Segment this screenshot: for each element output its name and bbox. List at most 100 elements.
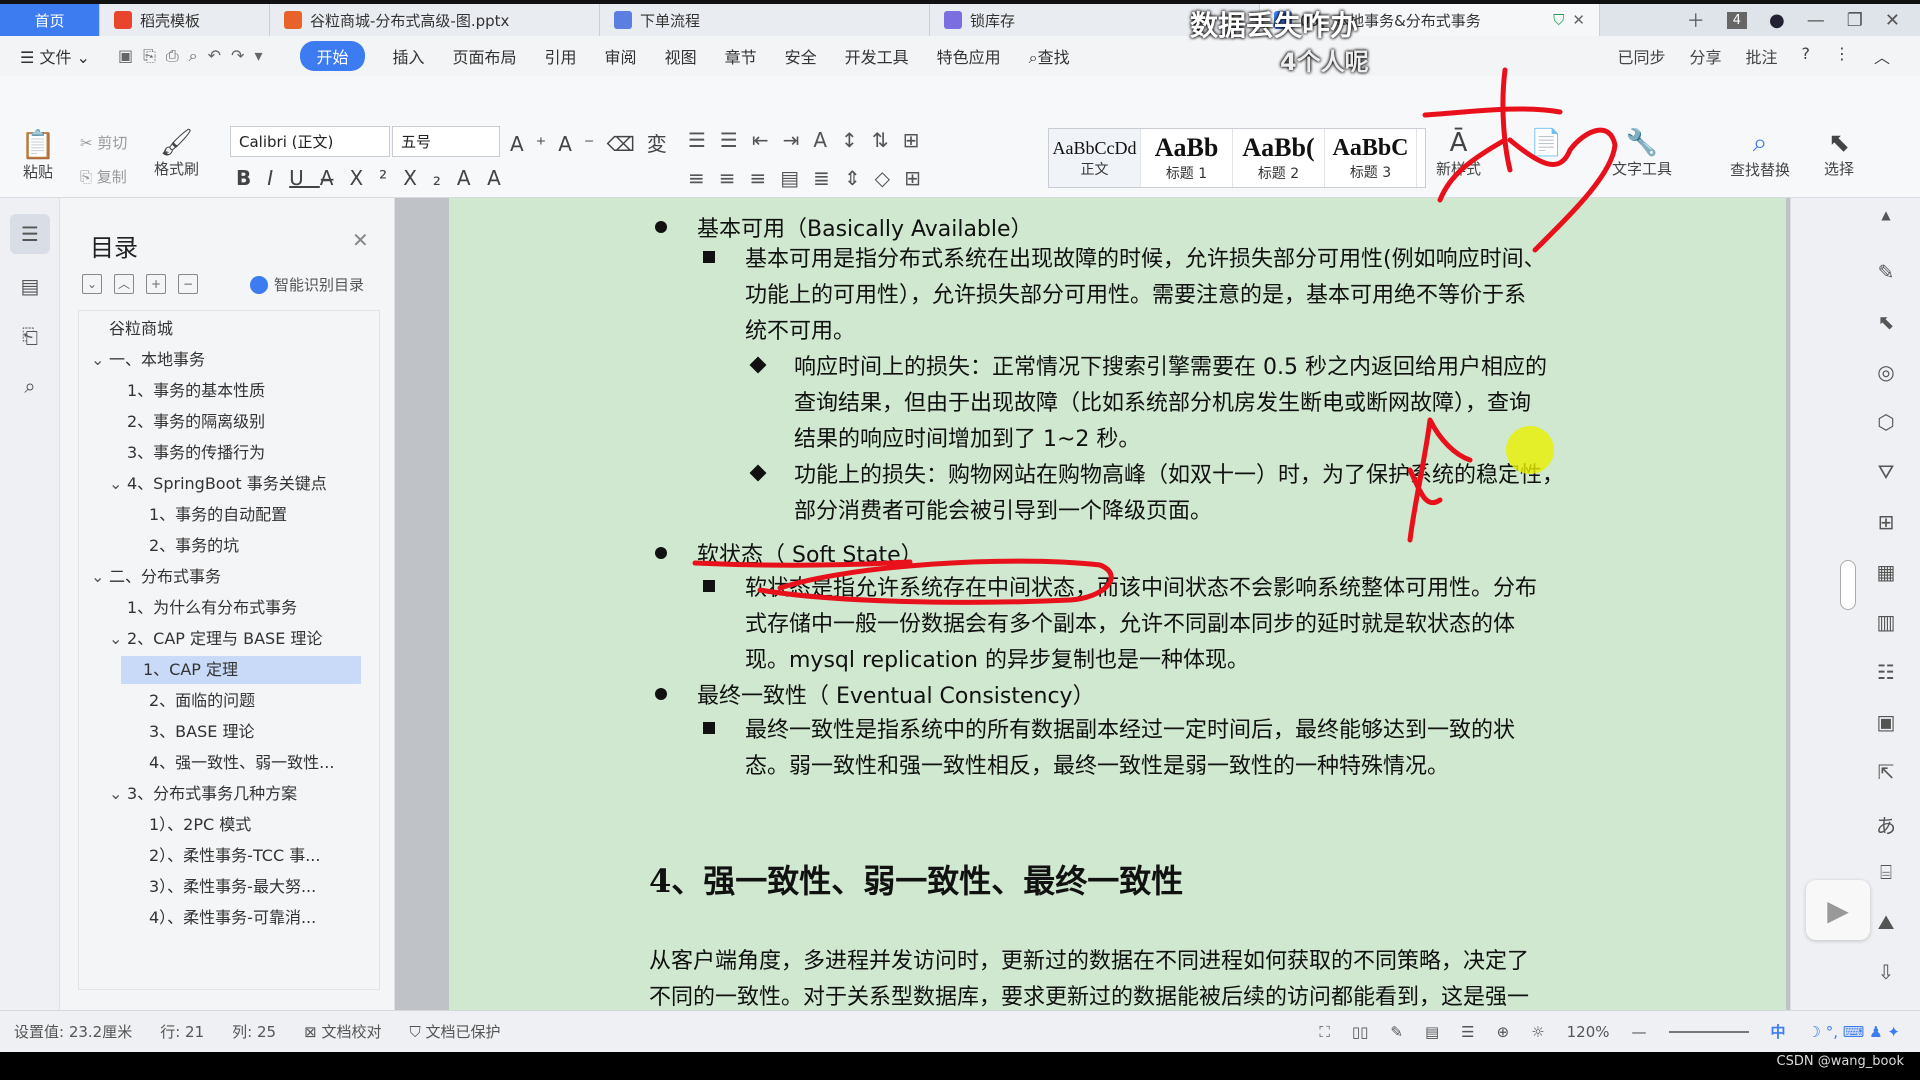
export-icon[interactable]: ⇱ [1871,760,1901,790]
share-button[interactable]: 分享 [1689,44,1721,68]
toc-item[interactable]: 1、CAP 定理 [121,656,361,684]
toc-item[interactable]: 1、为什么有分布式事务 [127,594,297,622]
menu-view[interactable]: 视图 [665,44,697,68]
tab-home[interactable]: 首页 [0,4,100,36]
more-icon[interactable]: ⋮ [1834,44,1850,68]
menu-insert[interactable]: 插入 [393,44,425,68]
menu-home[interactable]: 开始 [300,41,365,71]
comment-button[interactable]: 批注 [1745,44,1777,68]
toc-item[interactable]: 谷粒商城 [109,315,173,343]
toc-item[interactable]: 1、事务的基本性质 [127,377,265,405]
collapse-ribbon-icon[interactable]: ︿ [1874,44,1890,68]
zoom-slider[interactable] [1668,1030,1749,1033]
font-size-select[interactable]: 五号 [392,126,500,157]
toc-item[interactable]: ⌄ 一、本地事务 [91,346,205,374]
grid-icon[interactable]: ▦ [1871,560,1901,590]
close-window-icon[interactable]: ✕ [1885,10,1900,31]
toc-item[interactable]: 2、事务的隔离级别 [127,408,265,436]
collapse-all-icon[interactable]: ︿ [114,274,134,294]
new-tab-icon[interactable]: ＋ [1687,7,1705,33]
tab-order-flow[interactable]: 下单流程 [600,4,930,36]
scroll-up-icon[interactable]: ▲ [1871,208,1901,238]
document-page[interactable]: 基本可用（Basically Available） 基本可用是指分布式系统在出现故… [449,198,1786,1010]
toc-item[interactable]: 3）、柔性事务-最大努... [149,873,316,901]
paragraph-icons-row2[interactable]: ≡≡≡▤≣⇕◇⊞ [688,166,935,190]
paste-button[interactable]: 📋 粘贴 [18,128,58,182]
menu-review[interactable]: 审阅 [605,44,637,68]
close-tab-icon[interactable]: ✕ [1572,11,1585,29]
copy-button[interactable]: ⎘ 复制 [80,166,127,187]
style-heading3[interactable]: AaBbC 标题 3 [1325,129,1417,187]
pen-icon[interactable]: ✎ [1871,260,1901,290]
doc-helper-button[interactable]: 📄 [1530,128,1562,158]
toc-item[interactable]: ⌄ 二、分布式事务 [91,563,221,591]
tab-docer-template[interactable]: 稻壳模板 [100,4,270,36]
find-replace-button[interactable]: ⌕ 查找替换 [1730,128,1790,180]
sliders-icon[interactable]: ☷ [1871,660,1901,690]
menu-features[interactable]: 特色应用 [937,44,1001,68]
chevron-down-icon[interactable]: ⌄ [91,563,109,591]
picture-icon[interactable]: ⛰ [1871,910,1901,940]
style-heading2[interactable]: AaBb(标题 2 [1233,129,1325,187]
format-painter-button[interactable]: 🖌 格式刷 [154,128,199,179]
minimize-icon[interactable]: — [1807,10,1825,31]
toc-item[interactable]: ⌄ 2、CAP 定理与 BASE 理论 [109,625,322,653]
menu-security[interactable]: 安全 [785,44,817,68]
fullscreen-icon[interactable]: ⛶ [1319,1023,1330,1041]
translate-icon[interactable]: あ [1871,810,1901,840]
archive-icon[interactable]: ⌸ [1871,860,1901,890]
pages-icon[interactable]: ▤ [10,266,50,306]
location-icon[interactable]: ◎ [1871,360,1901,390]
remove-entry-icon[interactable]: − [178,274,198,294]
cut-button[interactable]: ✂ 剪切 [80,132,127,153]
font-name-select[interactable]: Calibri (正文) [230,126,390,157]
toc-panel-icon[interactable]: ☰ [10,214,50,254]
text-format-icons[interactable]: BIUA̶X²X₂AA [236,166,517,190]
style-normal[interactable]: AaBbCcDd 正文 [1049,129,1141,187]
toc-item[interactable]: 3、BASE 理论 [149,718,254,746]
smart-toc-button[interactable]: 智能识别目录 [250,274,364,295]
menu-chapter[interactable]: 章节 [725,44,757,68]
page-view-icon[interactable]: ▤ [1425,1023,1439,1041]
table-icon[interactable]: ⊞ [1871,510,1901,540]
layers-icon[interactable]: ⛛ [1871,460,1901,490]
close-icon[interactable]: ✕ [352,228,369,252]
expand-all-icon[interactable]: ⌄ [82,274,102,294]
quick-access-icons[interactable]: ▣⎘⎙⌕↶↷▾ [118,46,273,66]
toc-item[interactable]: 2、事务的坑 [149,532,239,560]
download-icon[interactable]: ⇩ [1871,960,1901,990]
menu-references[interactable]: 引用 [545,44,577,68]
proofread-button[interactable]: ⊠ 文档校对 [304,1021,381,1042]
toc-item[interactable]: 4）、柔性事务-可靠消... [149,904,316,932]
toc-item[interactable]: 2、面临的问题 [149,687,255,715]
toc-item[interactable]: 4、强一致性、弱一致性... [149,749,334,777]
menu-search[interactable]: ⌕查找 [1029,44,1070,68]
toc-item[interactable]: 2）、柔性事务-TCC 事... [149,842,320,870]
shape-icon[interactable]: ⬡ [1871,410,1901,440]
ime-indicator[interactable]: 中 [1771,1021,1786,1042]
menu-file[interactable]: ☰ 文件 ⌄ [20,44,90,68]
text-tools-button[interactable]: 🔧 文字工具 [1612,128,1672,179]
chart-icon[interactable]: ▥ [1871,610,1901,640]
restore-icon[interactable]: ❐ [1847,10,1863,31]
image-icon[interactable]: ▣ [1871,710,1901,740]
synced-button[interactable]: 已同步 [1617,44,1665,68]
edit-mode-icon[interactable]: ✎ [1390,1023,1403,1041]
chevron-down-icon[interactable]: ⌄ [109,470,127,498]
tab-count-badge[interactable]: 4 [1726,11,1748,29]
chevron-down-icon[interactable]: ⌄ [109,780,127,808]
toc-item[interactable]: ⌄ 4、SpringBoot 事务关键点 [109,470,327,498]
ime-tray-icons[interactable]: ☽ °, ⌨ ♟ ✦ [1808,1023,1900,1041]
find-icon[interactable]: ⌕ [10,366,50,406]
bookmark-icon[interactable]: ⎗ [10,316,50,356]
menu-layout[interactable]: 页面布局 [453,44,517,68]
menu-developer[interactable]: 开发工具 [845,44,909,68]
toc-item[interactable]: ⌄ 3、分布式事务几种方案 [109,780,297,808]
paragraph-icons-row1[interactable]: ☰☰⇤⇥A↕⇅⊞ [688,128,933,152]
zoom-level[interactable]: 120% [1567,1023,1610,1041]
protected-button[interactable]: ⛉ 文档已保护 [409,1021,500,1042]
pointer-icon[interactable]: ⬉ [1871,310,1901,340]
toc-item[interactable]: 3、事务的传播行为 [127,439,265,467]
zoom-out-icon[interactable]: — [1632,1023,1647,1041]
add-entry-icon[interactable]: + [146,274,166,294]
